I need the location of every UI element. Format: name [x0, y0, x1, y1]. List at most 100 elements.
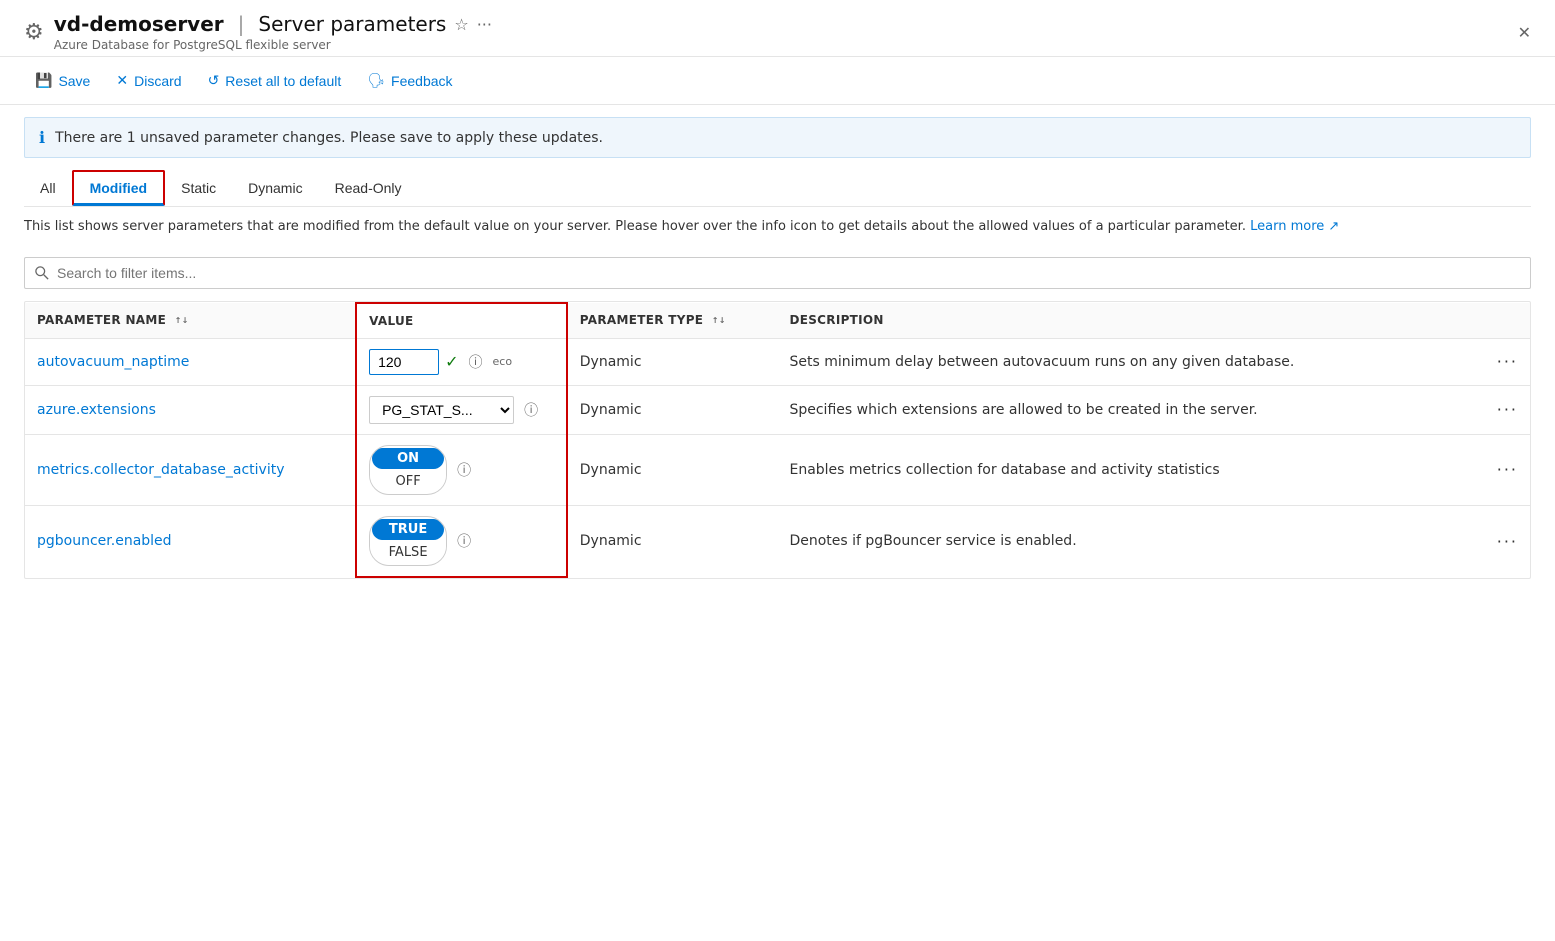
- description-extensions: Specifies which extensions are allowed t…: [777, 385, 1439, 434]
- value-input-autovacuum[interactable]: [369, 349, 439, 375]
- table-row: autovacuum_naptime ✓ ⓘ eco Dynamic Sets …: [25, 338, 1530, 385]
- toggle-option-false[interactable]: FALSE: [370, 542, 446, 563]
- discard-label: Discard: [134, 73, 181, 89]
- toggle-true-false: TRUE FALSE: [369, 516, 447, 566]
- toggle-true-false-wrapper: TRUE FALSE ⓘ: [369, 516, 554, 566]
- info-btn-metrics[interactable]: ⓘ: [457, 460, 471, 480]
- save-button[interactable]: 💾 Save: [24, 65, 101, 96]
- toolbar: 💾 Save ✕ Discard ↺ Reset all to default …: [0, 57, 1555, 105]
- table-row: pgbouncer.enabled TRUE FALSE ⓘ Dynamic D…: [25, 505, 1530, 577]
- title-divider: |: [238, 12, 245, 36]
- more-actions-autovacuum[interactable]: ···: [1497, 352, 1518, 371]
- tab-modified[interactable]: Modified: [72, 170, 166, 206]
- description-autovacuum: Sets minimum delay between autovacuum ru…: [777, 338, 1439, 385]
- reset-button[interactable]: ↺ Reset all to default: [197, 65, 353, 96]
- value-cell-pgbouncer: TRUE FALSE ⓘ: [356, 505, 567, 577]
- info-btn-pgbouncer[interactable]: ⓘ: [457, 531, 471, 551]
- value-cell-metrics: ON OFF ⓘ: [356, 434, 567, 505]
- toggle-on-off: ON OFF: [369, 445, 447, 495]
- col-header-value: VALUE: [356, 303, 567, 339]
- search-bar: [24, 257, 1531, 289]
- col-header-actions: [1440, 303, 1530, 339]
- toggle-option-on[interactable]: ON: [372, 448, 444, 469]
- col-header-param-name: Parameter name ↑↓: [25, 303, 356, 339]
- title-row: vd-demoserver | Server parameters ☆ ··· …: [54, 12, 492, 52]
- sort-icon-type[interactable]: ↑↓: [712, 317, 726, 325]
- table-row: azure.extensions PG_STAT_S... ⓘ Dynamic …: [25, 385, 1530, 434]
- gear-icon: ⚙: [24, 20, 44, 45]
- table-row: metrics.collector_database_activity ON O…: [25, 434, 1530, 505]
- check-icon: ✓: [445, 352, 458, 371]
- search-input[interactable]: [24, 257, 1531, 289]
- value-cell-extensions: PG_STAT_S... ⓘ: [356, 385, 567, 434]
- param-type-autovacuum: Dynamic: [567, 338, 778, 385]
- tabs: All Modified Static Dynamic Read-Only: [24, 170, 1531, 207]
- server-name: vd-demoserver: [54, 12, 224, 36]
- actions-extensions: ···: [1440, 385, 1530, 434]
- tab-description-text: This list shows server parameters that a…: [24, 219, 1246, 234]
- title-main-row: vd-demoserver | Server parameters ☆ ···: [54, 12, 492, 36]
- banner-message: There are 1 unsaved parameter changes. P…: [55, 130, 603, 146]
- more-actions-extensions[interactable]: ···: [1497, 400, 1518, 419]
- tab-description: This list shows server parameters that a…: [24, 207, 1531, 245]
- discard-button[interactable]: ✕ Discard: [105, 65, 192, 96]
- more-icon[interactable]: ···: [477, 15, 492, 34]
- param-link-autovacuum[interactable]: autovacuum_naptime: [37, 354, 189, 370]
- title-bar: ⚙ vd-demoserver | Server parameters ☆ ··…: [0, 0, 1555, 57]
- dropdown-extensions: PG_STAT_S... ⓘ: [369, 396, 554, 424]
- star-icon[interactable]: ☆: [454, 15, 468, 34]
- feedback-button[interactable]: 🗣 Feedback: [356, 65, 463, 96]
- value-cell-autovacuum: ✓ ⓘ eco: [356, 338, 567, 385]
- param-link-pgbouncer[interactable]: pgbouncer.enabled: [37, 533, 172, 549]
- tabs-container: All Modified Static Dynamic Read-Only Th…: [0, 170, 1555, 245]
- num-input-autovacuum: ✓ ⓘ eco: [369, 349, 554, 375]
- more-actions-metrics[interactable]: ···: [1497, 460, 1518, 479]
- page-title: Server parameters: [258, 12, 446, 36]
- eco-tag: eco: [493, 355, 513, 368]
- actions-pgbouncer: ···: [1440, 505, 1530, 577]
- reset-icon: ↺: [208, 72, 220, 89]
- value-select-extensions[interactable]: PG_STAT_S...: [369, 396, 514, 424]
- tab-dynamic[interactable]: Dynamic: [232, 170, 318, 206]
- title-left: ⚙ vd-demoserver | Server parameters ☆ ··…: [24, 12, 492, 52]
- param-link-extensions[interactable]: azure.extensions: [37, 402, 156, 418]
- feedback-icon: 🗣: [367, 72, 385, 89]
- more-actions-pgbouncer[interactable]: ···: [1497, 532, 1518, 551]
- reset-label: Reset all to default: [225, 73, 341, 89]
- close-icon[interactable]: ✕: [1518, 23, 1531, 42]
- sort-icon-param[interactable]: ↑↓: [175, 317, 189, 325]
- tab-static[interactable]: Static: [165, 170, 232, 206]
- description-metrics: Enables metrics collection for database …: [777, 434, 1439, 505]
- param-link-metrics[interactable]: metrics.collector_database_activity: [37, 462, 285, 478]
- param-type-extensions: Dynamic: [567, 385, 778, 434]
- info-btn-extensions[interactable]: ⓘ: [524, 400, 538, 420]
- table-header-row: Parameter name ↑↓ VALUE Parameter type ↑…: [25, 303, 1530, 339]
- param-name-extensions: azure.extensions: [25, 385, 356, 434]
- tab-all[interactable]: All: [24, 170, 72, 206]
- param-type-pgbouncer: Dynamic: [567, 505, 778, 577]
- toggle-option-true[interactable]: TRUE: [372, 519, 444, 540]
- col-header-param-type: Parameter type ↑↓: [567, 303, 778, 339]
- description-pgbouncer: Denotes if pgBouncer service is enabled.: [777, 505, 1439, 577]
- param-name-pgbouncer: pgbouncer.enabled: [25, 505, 356, 577]
- table-container: Parameter name ↑↓ VALUE Parameter type ↑…: [24, 301, 1531, 579]
- learn-more-link[interactable]: Learn more ↗: [1250, 219, 1339, 234]
- tab-readonly[interactable]: Read-Only: [319, 170, 418, 206]
- actions-metrics: ···: [1440, 434, 1530, 505]
- col-header-description: Description: [777, 303, 1439, 339]
- info-icon: ℹ: [39, 128, 45, 147]
- feedback-label: Feedback: [391, 73, 452, 89]
- parameters-table: Parameter name ↑↓ VALUE Parameter type ↑…: [25, 302, 1530, 578]
- param-name-autovacuum: autovacuum_naptime: [25, 338, 356, 385]
- toggle-on-off-wrapper: ON OFF ⓘ: [369, 445, 554, 495]
- save-label: Save: [58, 73, 90, 89]
- param-name-metrics: metrics.collector_database_activity: [25, 434, 356, 505]
- subtitle: Azure Database for PostgreSQL flexible s…: [54, 38, 492, 52]
- content-area: Parameter name ↑↓ VALUE Parameter type ↑…: [0, 257, 1555, 579]
- discard-icon: ✕: [116, 72, 128, 89]
- toggle-option-off[interactable]: OFF: [370, 471, 446, 492]
- actions-autovacuum: ···: [1440, 338, 1530, 385]
- param-type-metrics: Dynamic: [567, 434, 778, 505]
- info-btn-autovacuum[interactable]: ⓘ: [469, 352, 483, 372]
- save-icon: 💾: [35, 72, 52, 89]
